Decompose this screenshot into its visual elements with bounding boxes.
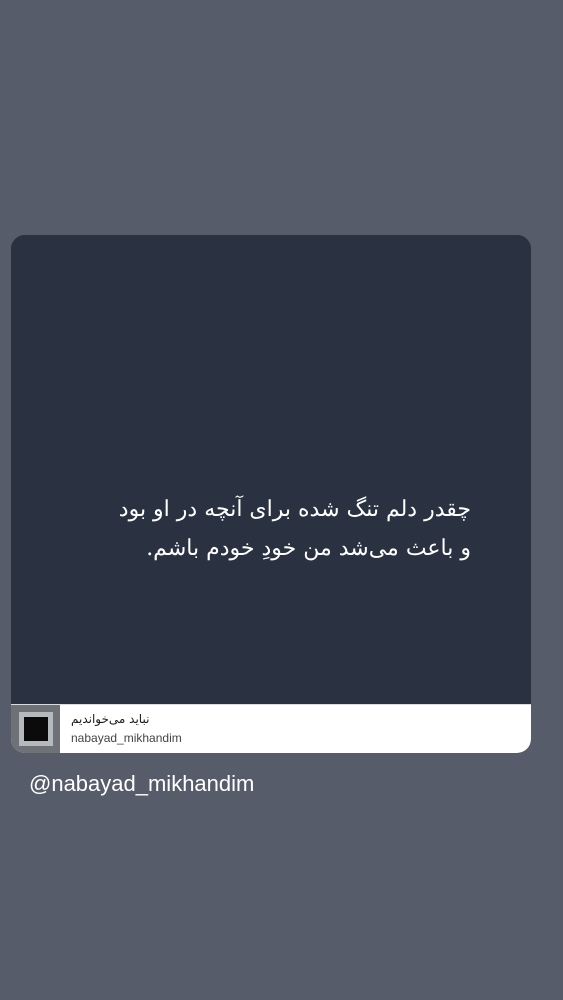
post-card[interactable]: چقدر دلم تنگ شده برای آنچه در او بود و ب… bbox=[11, 235, 531, 753]
account-username: nabayad_mikhandim bbox=[71, 731, 182, 745]
quote-line-1: چقدر دلم تنگ شده برای آنچه در او بود bbox=[118, 497, 471, 522]
quote-line-2: و باعث می‌شد من خودِ خودم باشم. bbox=[146, 536, 471, 561]
post-footer[interactable]: نباید می‌خواندیم nabayad_mikhandim bbox=[11, 704, 531, 753]
mention-handle[interactable]: @nabayad_mikhandim bbox=[29, 770, 254, 798]
avatar-frame bbox=[18, 712, 53, 746]
avatar[interactable] bbox=[11, 705, 60, 753]
avatar-image bbox=[23, 717, 48, 741]
account-display-name: نباید می‌خواندیم bbox=[71, 712, 150, 726]
account-info[interactable]: نباید می‌خواندیم nabayad_mikhandim bbox=[71, 711, 182, 746]
post-quote: چقدر دلم تنگ شده برای آنچه در او بود و ب… bbox=[51, 490, 471, 568]
post-image: چقدر دلم تنگ شده برای آنچه در او بود و ب… bbox=[11, 235, 531, 705]
